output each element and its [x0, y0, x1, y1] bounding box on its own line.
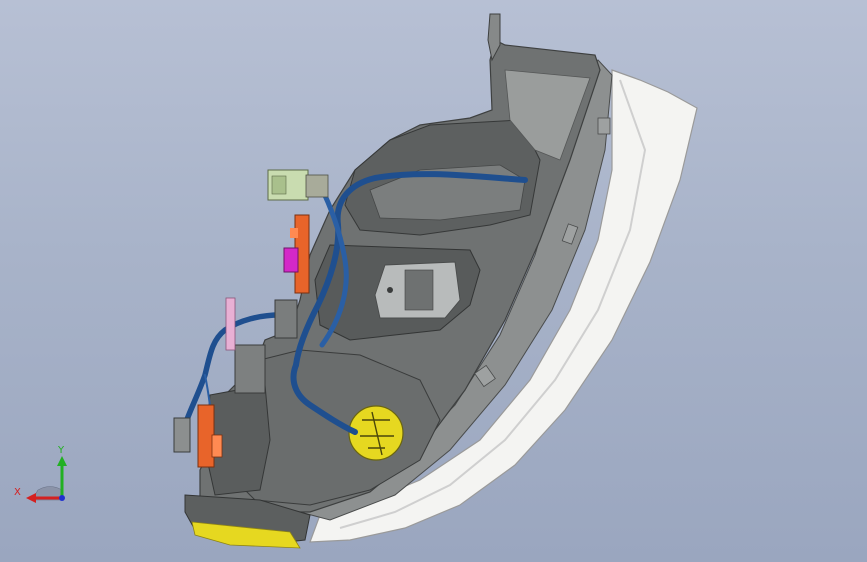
headlamp-assembly-icon[interactable]: [0, 0, 867, 562]
y-axis-label: Y: [57, 445, 65, 456]
magenta-connector: [283, 247, 299, 273]
y-axis-arrow-icon: [57, 456, 67, 466]
z-axis-dot-icon: [59, 495, 65, 501]
connector-housing-mid: [274, 299, 298, 339]
connector-housing-side: [234, 344, 266, 394]
green-connector: [267, 169, 329, 201]
vent-pin: [225, 297, 236, 351]
plug-grey: [173, 417, 191, 453]
adjuster-slot: [404, 269, 434, 311]
x-axis-arrow-icon: [26, 493, 36, 503]
axis-triad: X Y: [14, 445, 67, 503]
cad-viewport[interactable]: X Y: [0, 0, 867, 562]
adjuster-screw: [387, 287, 393, 293]
x-axis-label: X: [14, 487, 21, 498]
